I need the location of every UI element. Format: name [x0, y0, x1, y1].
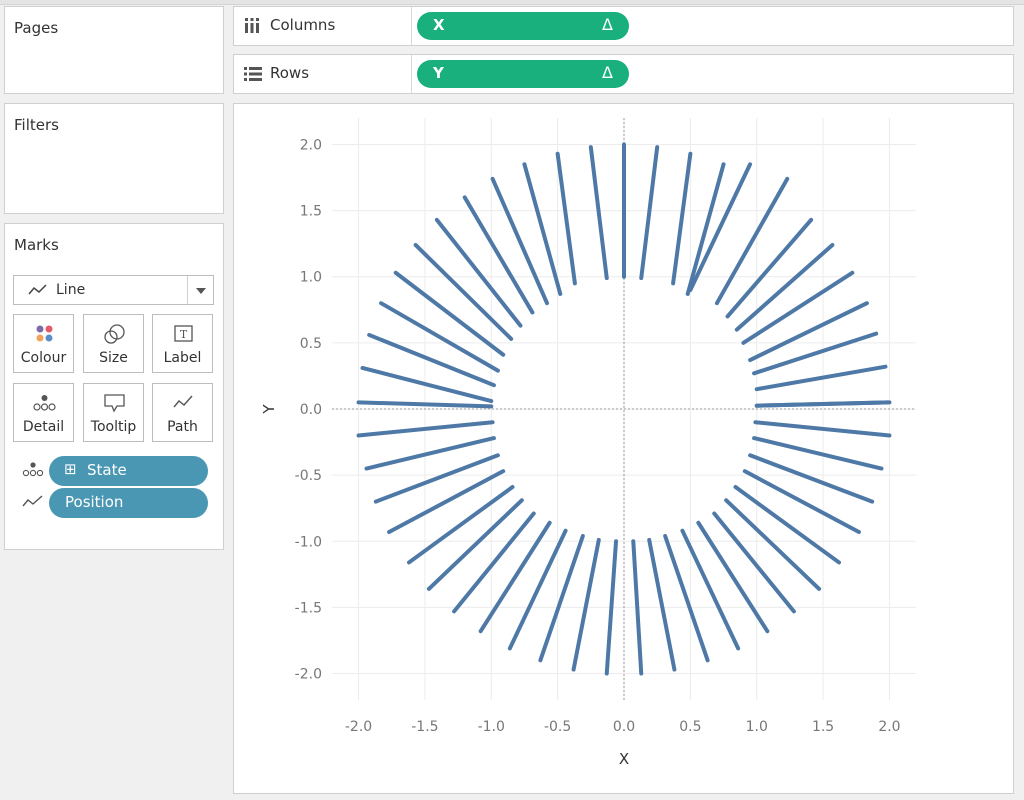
x-tick-label: -0.5 [544, 719, 571, 735]
series-line [356, 420, 495, 438]
series-line [571, 537, 601, 672]
delta-icon: Δ [602, 15, 613, 34]
detail-icon [33, 395, 56, 411]
series-line [752, 331, 879, 376]
marks-title: Marks [14, 236, 59, 254]
x-tick-label: -2.0 [345, 719, 372, 735]
series-line [356, 400, 494, 409]
y-axis-title: Y [260, 404, 278, 415]
svg-text:T: T [180, 328, 188, 341]
x-tick-label: -1.0 [478, 719, 505, 735]
pages-card[interactable]: Pages [4, 6, 224, 94]
tooltip-icon [104, 394, 125, 413]
rows-shelf[interactable]: Rows Y Δ [233, 54, 1014, 94]
rows-icon [244, 67, 262, 81]
x-tick-label: 1.0 [746, 719, 768, 735]
chevron-down-icon[interactable] [187, 276, 213, 304]
series-line [714, 176, 790, 306]
colour-label: Colour [20, 350, 67, 366]
series-line [742, 469, 861, 535]
label-icon: T [174, 325, 193, 342]
tooltip-label: Tooltip [90, 419, 137, 435]
size-label: Size [99, 350, 128, 366]
pages-title: Pages [14, 19, 59, 37]
x-tick-label: -1.5 [411, 719, 438, 735]
series-line [754, 364, 888, 392]
top-ruler [0, 0, 1024, 5]
path-button[interactable]: Path [152, 383, 213, 442]
label-button[interactable]: T Label [152, 314, 213, 373]
x-axis-title: X [619, 750, 629, 768]
series-line [639, 145, 660, 281]
colour-icon [36, 325, 53, 342]
y-tick-label: 1.5 [300, 204, 322, 220]
tooltip-button[interactable]: Tooltip [83, 383, 144, 442]
series-line [754, 400, 891, 408]
path-icon [22, 495, 43, 507]
colour-button[interactable]: Colour [13, 314, 74, 373]
y-tick-label: 1.0 [300, 270, 322, 286]
x-tick-label: 1.5 [812, 719, 834, 735]
y-tick-label: 0.0 [300, 402, 322, 418]
label-label: Label [163, 350, 202, 366]
series-line [555, 151, 577, 286]
series-line [360, 365, 494, 404]
columns-label: Columns [270, 16, 336, 34]
y-tick-label: -1.0 [295, 534, 322, 550]
detail-button[interactable]: Detail [13, 383, 74, 442]
series-line [588, 145, 609, 281]
filters-title: Filters [14, 116, 59, 134]
position-field-label: Position [65, 493, 124, 511]
series-line [753, 420, 892, 438]
y-field-pill[interactable]: Y Δ [417, 60, 629, 88]
mark-type-dropdown[interactable]: Line [13, 275, 214, 305]
y-tick-label: 0.5 [300, 336, 322, 352]
columns-icon [245, 18, 259, 33]
x-field-label: X [433, 16, 445, 34]
detail-icon [22, 462, 44, 477]
view-area[interactable]: -2.0 -1.5 -1.0 -0.5 0.0 0.5 1.0 1.5 2.0 2.0 1.5 1.0… [233, 103, 1014, 794]
x-tick-label: 2.0 [878, 719, 900, 735]
path-label: Path [167, 419, 198, 435]
x-tick-label: 0.0 [613, 719, 635, 735]
state-field-pill[interactable]: ⊞ State [49, 456, 208, 486]
y-tick-label: -2.0 [295, 667, 322, 683]
series-line [387, 469, 506, 535]
series-line [663, 533, 710, 663]
series-line [748, 301, 869, 363]
y-tick-label: -0.5 [295, 468, 322, 484]
expand-icon: ⊞ [64, 460, 77, 478]
size-button[interactable]: Size [83, 314, 144, 373]
y-tick-label: 2.0 [300, 137, 322, 153]
size-icon [104, 324, 125, 344]
position-field-pill[interactable]: Position [49, 488, 208, 518]
y-field-label: Y [433, 64, 444, 82]
line-icon [28, 284, 47, 295]
series-line [490, 176, 550, 306]
detail-label: Detail [22, 419, 65, 435]
rows-label: Rows [270, 64, 310, 82]
series-line [538, 533, 585, 663]
path-icon [173, 395, 193, 408]
x-field-pill[interactable]: X Δ [417, 12, 629, 40]
series-line [647, 537, 677, 672]
x-tick-label: 0.5 [679, 719, 701, 735]
mark-type-value: Line [56, 282, 86, 298]
scatter-line-chart[interactable]: -2.0 -1.5 -1.0 -0.5 0.0 0.5 1.0 1.5 2.0 2.0 1.5 1.0… [234, 104, 1013, 793]
columns-shelf-label: Columns [234, 7, 412, 45]
state-field-label: State [87, 461, 127, 479]
series-line [671, 151, 693, 286]
series-line [522, 162, 563, 296]
columns-shelf[interactable]: Columns X Δ [233, 6, 1014, 46]
filters-card[interactable]: Filters [4, 103, 224, 214]
delta-icon: Δ [602, 63, 613, 82]
rows-shelf-label: Rows [234, 55, 412, 93]
y-tick-label: -1.5 [295, 600, 322, 616]
